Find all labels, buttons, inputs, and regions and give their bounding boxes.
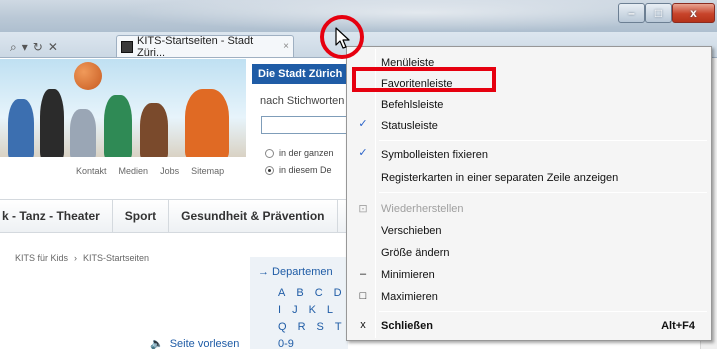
departments-title[interactable]: → Departemen <box>258 266 333 278</box>
read-aloud-label: Seite vorlesen <box>169 337 240 349</box>
alphabet-link[interactable]: K <box>309 304 316 316</box>
nav-item-gesundheit[interactable]: Gesundheit & Prävention <box>169 200 338 232</box>
menu-item-label: Minimieren <box>381 269 435 281</box>
menu-item-maximieren[interactable]: □ Maximieren <box>349 287 709 308</box>
menu-item-befehlsleiste[interactable]: Befehlsleiste <box>349 95 709 116</box>
tab-kits-startseiten[interactable]: KITS-Startseiten - Stadt Züri... × <box>116 35 294 57</box>
refresh-icon[interactable]: ↻ <box>33 40 43 54</box>
menu-item-verschieben[interactable]: Verschieben <box>349 221 709 242</box>
alphabet-link[interactable]: D <box>334 287 342 299</box>
menu-item-label: Größe ändern <box>381 247 450 259</box>
nav-item-sport[interactable]: Sport <box>113 200 170 232</box>
highlight-box-favoritenleiste <box>352 67 496 92</box>
address-tools: ⌕ ▾ ↻ ✕ <box>10 38 58 56</box>
menu-item-label: Registerkarten in einer separaten Zeile … <box>381 172 619 184</box>
departments-box: → Departemen A B C D I J K L Q R S T 0-9 <box>250 257 348 349</box>
menu-item-symbolleisten-fixieren[interactable]: ✓ Symbolleisten fixieren <box>349 145 709 166</box>
search-header: Die Stadt Zürich <box>252 64 348 84</box>
breadcrumb-item[interactable]: KITS-Startseiten <box>83 253 149 263</box>
minimize-button[interactable]: – <box>618 3 645 23</box>
menu-item-schliessen[interactable]: x Schließen Alt+F4 <box>349 316 709 337</box>
menu-item-groesse-aendern[interactable]: Größe ändern <box>349 243 709 264</box>
menu-item-minimieren[interactable]: – Minimieren <box>349 265 709 286</box>
alphabet-link[interactable]: 0-9 <box>278 338 294 349</box>
site-favicon-icon <box>121 40 133 53</box>
alphabet-link[interactable]: S <box>317 321 324 333</box>
radio-whole-site[interactable]: in der ganzen <box>265 148 349 158</box>
radio-button[interactable] <box>265 148 274 158</box>
menu-item-label: Verschieben <box>381 225 442 237</box>
hero-image <box>0 59 246 157</box>
header-link-medien[interactable]: Medien <box>119 166 149 176</box>
alphabet-link[interactable]: B <box>296 287 303 299</box>
menu-item-label: Befehlsleiste <box>381 99 444 111</box>
menu-separator <box>379 192 707 193</box>
header-link-sitemap[interactable]: Sitemap <box>191 166 224 176</box>
speaker-icon: 🔈 <box>150 338 164 349</box>
alphabet-link[interactable]: L <box>327 304 333 316</box>
alphabet-link[interactable]: I <box>278 304 281 316</box>
header-link-kontakt[interactable]: Kontakt <box>76 166 107 176</box>
search-input[interactable] <box>261 116 350 134</box>
breadcrumb-item[interactable]: KITS für Kids <box>15 253 68 263</box>
maximize-button[interactable]: □ <box>645 3 672 23</box>
header-link-jobs[interactable]: Jobs <box>160 166 179 176</box>
main-navigation: k - Tanz - Theater Sport Gesundheit & Pr… <box>0 199 348 233</box>
alphabet-link[interactable]: C <box>315 287 323 299</box>
checkmark-icon: ✓ <box>358 147 368 159</box>
alphabet-link[interactable]: J <box>292 304 298 316</box>
dropdown-arrow-icon[interactable]: ▾ <box>22 40 28 54</box>
alphabet-link[interactable]: A <box>278 287 285 299</box>
menu-item-registerkarten[interactable]: Registerkarten in einer separaten Zeile … <box>349 168 709 189</box>
stop-icon[interactable]: ✕ <box>48 40 58 54</box>
maximize-icon: □ <box>359 290 367 302</box>
restore-icon: ⊡ <box>358 203 368 215</box>
menu-item-wiederherstellen: ⊡ Wiederherstellen <box>349 199 709 220</box>
menu-item-label: Maximieren <box>381 291 438 303</box>
alphabet-link[interactable]: T <box>335 321 342 333</box>
cursor-highlight-circle <box>320 15 364 59</box>
alphabet-link[interactable]: Q <box>278 321 287 333</box>
mouse-cursor-icon <box>335 27 350 49</box>
close-tab-icon[interactable]: × <box>283 41 289 52</box>
minimize-icon: – <box>359 268 367 280</box>
close-window-button[interactable]: x <box>672 3 715 23</box>
close-icon: x <box>360 319 366 331</box>
menu-item-statusleiste[interactable]: ✓ Statusleiste <box>349 116 709 137</box>
radio-this-department[interactable]: in diesem De <box>265 165 349 175</box>
search-label: nach Stichworten <box>260 95 345 107</box>
alphabet-row: A B C D <box>278 287 342 299</box>
menu-item-shortcut: Alt+F4 <box>661 320 695 332</box>
radio-label: in der ganzen <box>279 148 334 158</box>
header-links: Kontakt Medien Jobs Sitemap <box>76 166 224 176</box>
menu-item-label: Wiederherstellen <box>381 203 464 215</box>
titlebar-glow <box>120 0 620 32</box>
search-icon[interactable]: ⌕ <box>10 40 17 55</box>
radio-button-selected[interactable] <box>265 165 274 175</box>
breadcrumb-separator: › <box>74 253 78 263</box>
read-aloud-link[interactable]: 🔈 Seite vorlesen <box>150 337 239 349</box>
menu-item-label: Statusleiste <box>381 120 438 132</box>
menu-item-label: Symbolleisten fixieren <box>381 149 488 161</box>
alphabet-row: 0-9 <box>278 338 294 349</box>
menu-separator <box>379 140 707 141</box>
tab-title: KITS-Startseiten - Stadt Züri... <box>137 35 254 57</box>
radio-label: in diesem De <box>279 165 332 175</box>
menu-item-label: Schließen <box>381 320 433 332</box>
alphabet-link[interactable]: R <box>298 321 306 333</box>
nav-item-tanz-theater[interactable]: k - Tanz - Theater <box>0 200 113 232</box>
checkmark-icon: ✓ <box>358 118 368 130</box>
basketball-image <box>74 62 102 90</box>
alphabet-row: I J K L <box>278 304 333 316</box>
alphabet-row: Q R S T <box>278 321 342 333</box>
menu-separator <box>379 311 707 312</box>
breadcrumb: KITS für Kids › KITS-Startseiten <box>15 253 149 263</box>
